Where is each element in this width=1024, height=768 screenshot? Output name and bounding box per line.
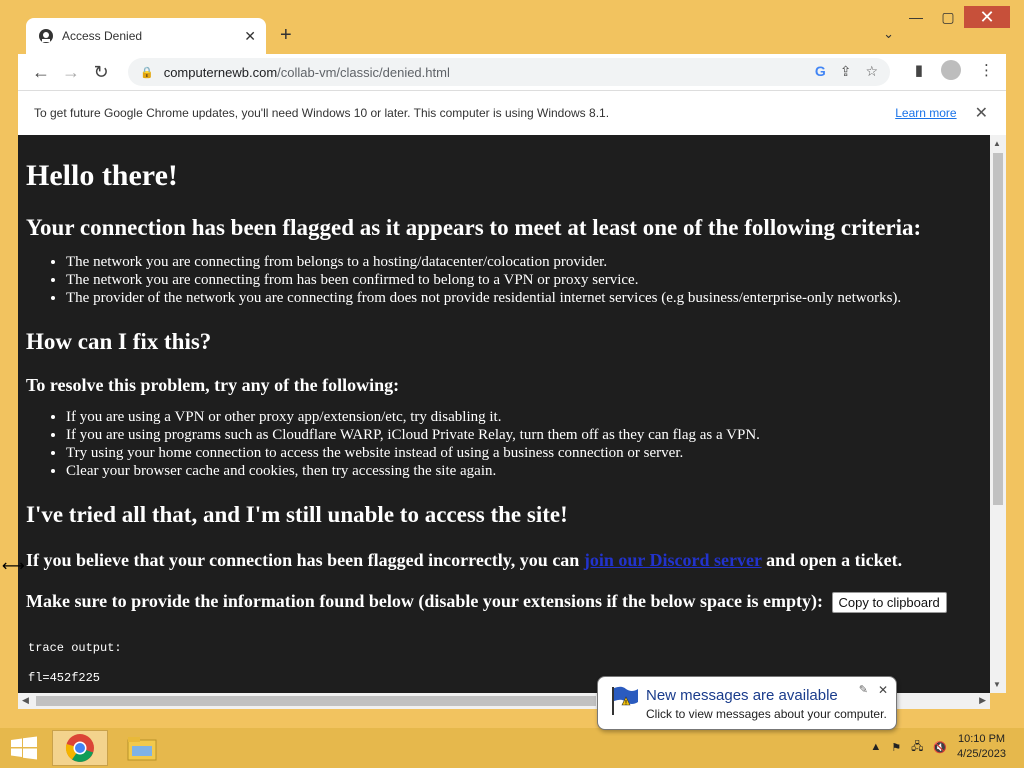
- provide-info-paragraph: Make sure to provide the information fou…: [26, 591, 990, 614]
- fixes-list: If you are using a VPN or other proxy ap…: [18, 408, 990, 480]
- omnibox-actions: G ⇪ ☆: [815, 63, 878, 80]
- vertical-scroll-thumb[interactable]: [993, 153, 1003, 505]
- tab-close-icon[interactable]: ✕: [244, 28, 256, 45]
- provide-info-text: Make sure to provide the information fou…: [26, 591, 824, 611]
- flagged-text-pre: If you believe that your connection has …: [26, 550, 584, 570]
- infobar-message: To get future Google Chrome updates, you…: [34, 106, 610, 120]
- trace-label: trace output:: [28, 641, 122, 656]
- taskbar-file-explorer[interactable]: [114, 730, 170, 766]
- forward-button[interactable]: →: [56, 62, 86, 83]
- browser-tab[interactable]: Access Denied ✕: [26, 18, 266, 54]
- scroll-left-icon[interactable]: ◀: [22, 695, 29, 706]
- notification-balloon[interactable]: ! New messages are available Click to vi…: [597, 676, 897, 730]
- site-favicon-icon: [39, 29, 53, 43]
- fix-heading: How can I fix this?: [26, 329, 212, 354]
- discord-link[interactable]: join our Discord server: [584, 550, 762, 570]
- scroll-down-icon[interactable]: ▼: [993, 680, 1001, 689]
- url-host: computernewb.com: [163, 64, 278, 80]
- list-item: The network you are connecting from belo…: [66, 253, 990, 271]
- notification-close-icon[interactable]: ✕: [878, 683, 888, 697]
- maximize-button[interactable]: ▢: [932, 6, 964, 28]
- taskbar-chrome[interactable]: [52, 730, 108, 766]
- tab-title: Access Denied: [62, 29, 143, 43]
- page-content: Hello there! Your connection has been fl…: [18, 135, 990, 693]
- clock-date: 4/25/2023: [957, 748, 1006, 760]
- vertical-scrollbar[interactable]: ▲ ▼: [990, 135, 1006, 693]
- system-tray: ▲ ⚑ 🖧 🔇 10:10 PM 4/25/2023: [870, 732, 1006, 762]
- lock-icon[interactable]: 🔒: [140, 66, 154, 79]
- copy-to-clipboard-button[interactable]: Copy to clipboard: [831, 592, 947, 614]
- pin-icon[interactable]: ✎: [859, 683, 868, 696]
- update-infobar: To get future Google Chrome updates, you…: [18, 90, 1006, 135]
- horizontal-scroll-thumb[interactable]: [36, 696, 596, 706]
- new-tab-button[interactable]: +: [280, 24, 292, 47]
- chrome-icon: [65, 734, 94, 762]
- clock[interactable]: 10:10 PM 4/25/2023: [957, 732, 1006, 762]
- show-hidden-icons-icon[interactable]: ▲: [870, 741, 881, 753]
- notification-title: New messages are available: [646, 687, 838, 704]
- google-lens-icon[interactable]: G: [815, 63, 826, 80]
- clock-time: 10:10 PM: [957, 733, 1006, 745]
- flagged-paragraph: If you believe that your connection has …: [26, 550, 990, 571]
- taskbar: ▲ ⚑ 🖧 🔇 10:10 PM 4/25/2023: [0, 728, 1024, 768]
- list-item: Try using your home connection to access…: [66, 444, 990, 462]
- address-bar[interactable]: 🔒 computernewb.com/collab-vm/classic/den…: [128, 58, 890, 86]
- scroll-right-icon[interactable]: ▶: [979, 695, 986, 706]
- tab-search-chevron-icon[interactable]: ⌄: [883, 26, 894, 42]
- menu-kebab-icon[interactable]: ⋮: [979, 61, 994, 79]
- resize-cursor-icon: ⟷: [2, 558, 25, 575]
- infobar-close-icon[interactable]: ✕: [975, 103, 988, 123]
- flagged-text-post: and open a ticket.: [761, 550, 903, 570]
- learn-more-link[interactable]: Learn more: [895, 106, 956, 120]
- side-panel-icon[interactable]: ▮: [915, 61, 923, 79]
- action-center-flag-icon: !: [612, 686, 638, 715]
- folder-icon: [127, 737, 157, 761]
- scroll-up-icon[interactable]: ▲: [993, 139, 1001, 148]
- notification-body: Click to view messages about your comput…: [646, 707, 887, 721]
- action-center-flag-icon[interactable]: ⚑: [891, 741, 901, 754]
- url-text: computernewb.com/collab-vm/classic/denie…: [164, 65, 450, 80]
- list-item: The provider of the network you are conn…: [66, 289, 990, 307]
- network-icon[interactable]: 🖧: [911, 738, 923, 757]
- svg-text:!: !: [625, 701, 627, 707]
- close-window-button[interactable]: ✕: [964, 6, 1010, 28]
- window-controls: — ▢ ✕: [900, 6, 1010, 28]
- back-button[interactable]: ←: [26, 62, 56, 83]
- resolve-heading: To resolve this problem, try any of the …: [26, 375, 400, 395]
- bookmark-star-icon[interactable]: ☆: [865, 63, 878, 80]
- url-path: /collab-vm/classic/denied.html: [277, 64, 450, 80]
- windows-start-icon[interactable]: [10, 736, 38, 760]
- toolbar-right: ▮ ⋮: [915, 60, 994, 80]
- reload-button[interactable]: ↻: [86, 62, 116, 83]
- list-item: If you are using programs such as Cloudf…: [66, 426, 990, 444]
- tried-heading: I've tried all that, and I'm still unabl…: [26, 502, 568, 527]
- list-item: Clear your browser cache and cookies, th…: [66, 462, 990, 480]
- browser-toolbar: ← → ↻ 🔒 computernewb.com/collab-vm/class…: [18, 54, 1006, 90]
- list-item: If you are using a VPN or other proxy ap…: [66, 408, 990, 426]
- share-icon[interactable]: ⇪: [840, 63, 852, 80]
- criteria-list: The network you are connecting from belo…: [18, 253, 990, 307]
- minimize-button[interactable]: —: [900, 6, 932, 28]
- volume-muted-icon[interactable]: 🔇: [933, 741, 947, 754]
- profile-avatar[interactable]: [941, 60, 961, 80]
- list-item: The network you are connecting from has …: [66, 271, 990, 289]
- criteria-heading: Your connection has been flagged as it a…: [26, 215, 922, 240]
- page-title: Hello there!: [26, 159, 178, 192]
